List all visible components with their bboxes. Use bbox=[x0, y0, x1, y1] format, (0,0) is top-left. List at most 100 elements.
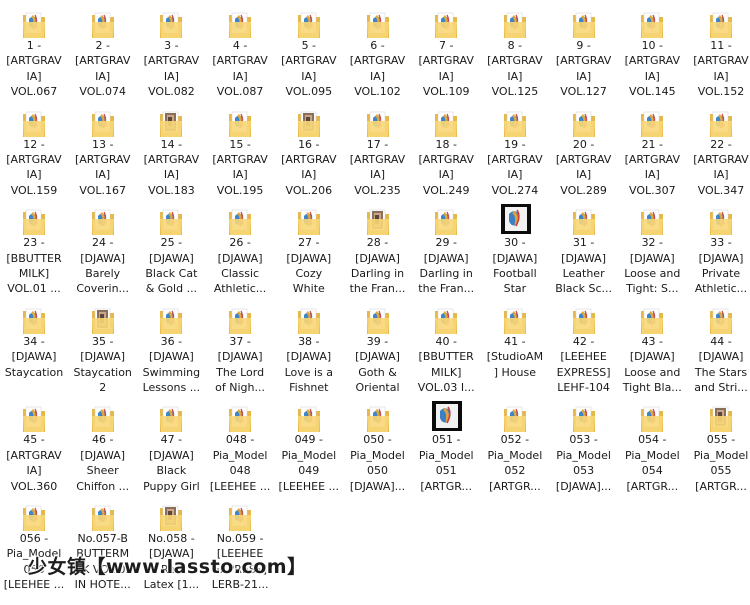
folder-label: 47 - [DJAWA] Black Puppy Girl bbox=[137, 432, 205, 494]
folder-item[interactable]: 46 - [DJAWA] Sheer Chiffon ... bbox=[69, 398, 137, 496]
folder-item[interactable]: 28 - [DJAWA] Darling in the Fran... bbox=[344, 201, 412, 299]
folder-label-line: Chiffon ... bbox=[76, 479, 130, 493]
folder-item[interactable]: 055 - Pia_Model 055 [ARTGR... bbox=[687, 398, 750, 496]
folder-item[interactable]: 052 - Pia_Model 052 [ARTGR... bbox=[481, 398, 549, 496]
folder-label-line: of Nigh... bbox=[215, 380, 265, 394]
folder-item[interactable]: 14 - [ARTGRAV IA] VOL.183 bbox=[137, 103, 205, 201]
folder-label-line: [ARTGR... bbox=[626, 479, 679, 493]
folder-label-line: [DJAWA] bbox=[148, 350, 194, 364]
folder-label-line: IA] bbox=[232, 168, 248, 182]
folder-label-line: [ARTGRAV bbox=[212, 152, 268, 166]
folder-item[interactable]: 44 - [DJAWA] The Stars and Stri... bbox=[687, 300, 750, 398]
folder-item[interactable]: 24 - [DJAWA] Barely Coverin... bbox=[69, 201, 137, 299]
folder-item[interactable]: 22 - [ARTGRAV IA] VOL.347 bbox=[687, 103, 750, 201]
folder-label-line: Barely bbox=[85, 266, 121, 280]
folder-label-line: VOL.074 bbox=[79, 85, 126, 99]
folder-item[interactable]: 34 - [DJAWA] Staycation bbox=[0, 300, 68, 398]
folder-item[interactable]: 26 - [DJAWA] Classic Athletic... bbox=[206, 201, 274, 299]
folder-label-line: 43 - bbox=[641, 334, 664, 348]
folder-label-line: [ARTGRAV bbox=[624, 152, 681, 166]
folder-item[interactable]: 10 - [ARTGRAV IA] VOL.145 bbox=[618, 4, 686, 102]
folder-item[interactable]: 053 - Pia_Model 053 [DJAWA]... bbox=[550, 398, 618, 496]
folder-item[interactable]: 33 - [DJAWA] Private Athletic... bbox=[687, 201, 750, 299]
folder-item[interactable]: 049 - Pia_Model 049 [LEEHEE ... bbox=[275, 398, 343, 496]
folder-label-line: 31 - bbox=[572, 236, 595, 250]
folder-item[interactable]: 1 - [ARTGRAV IA] VOL.067 bbox=[0, 4, 68, 102]
folder-item[interactable]: 32 - [DJAWA] Loose and Tight: S... bbox=[618, 201, 686, 299]
folder-item[interactable]: 38 - [DJAWA] Love is a Fishnet bbox=[275, 300, 343, 398]
folder-label-line: 44 - bbox=[710, 334, 732, 348]
folder-item[interactable]: 17 - [ARTGRAV IA] VOL.235 bbox=[344, 103, 412, 201]
folder-item[interactable]: 23 - [BBUTTER MILK] VOL.01 ... bbox=[0, 201, 68, 299]
folder-label-line: [DJAWA]... bbox=[555, 479, 612, 493]
folder-item[interactable]: 21 - [ARTGRAV IA] VOL.307 bbox=[618, 103, 686, 201]
folder-label-line: Black Cat bbox=[145, 266, 198, 280]
folder-label-line: [DJAWA] bbox=[286, 251, 332, 265]
folder-icon bbox=[640, 207, 664, 237]
folder-item[interactable]: 27 - [DJAWA] Cozy White bbox=[275, 201, 343, 299]
folder-item[interactable]: 35 - [DJAWA] Staycation 2 bbox=[69, 300, 137, 398]
folder-item[interactable]: 12 - [ARTGRAV IA] VOL.159 bbox=[0, 103, 68, 201]
folder-item[interactable]: 37 - [DJAWA] The Lord of Nigh... bbox=[206, 300, 274, 398]
folder-item[interactable]: 47 - [DJAWA] Black Puppy Girl bbox=[137, 398, 205, 496]
folder-item[interactable]: 29 - [DJAWA] Darling in the Fran... bbox=[412, 201, 480, 299]
folder-label-line: 25 - bbox=[160, 236, 183, 250]
folder-item[interactable]: 3 - [ARTGRAV IA] VOL.082 bbox=[137, 4, 205, 102]
folder-label-line: IA] bbox=[301, 168, 317, 182]
folder-label: 4 - [ARTGRAV IA] VOL.087 bbox=[206, 38, 274, 100]
folder-icon bbox=[91, 503, 115, 533]
folder-label-line: 24 - bbox=[91, 236, 114, 250]
folder-item[interactable]: 25 - [DJAWA] Black Cat & Gold ... bbox=[137, 201, 205, 299]
folder-item[interactable]: 36 - [DJAWA] Swimming Lessons ... bbox=[137, 300, 205, 398]
folder-item[interactable]: 15 - [ARTGRAV IA] VOL.195 bbox=[206, 103, 274, 201]
folder-label-line: 41 - bbox=[504, 334, 526, 348]
folder-label-line: IA] bbox=[438, 168, 454, 182]
folder-item[interactable]: 43 - [DJAWA] Loose and Tight Bla... bbox=[618, 300, 686, 398]
folder-label: 43 - [DJAWA] Loose and Tight Bla... bbox=[618, 334, 686, 396]
folder-item[interactable]: 31 - [DJAWA] Leather Black Sc... bbox=[550, 201, 618, 299]
folder-item[interactable]: 18 - [ARTGRAV IA] VOL.249 bbox=[412, 103, 480, 201]
folder-icon bbox=[572, 10, 596, 40]
folder-item[interactable]: 39 - [DJAWA] Goth & Oriental bbox=[344, 300, 412, 398]
folder-icon bbox=[159, 207, 183, 237]
folder-item[interactable]: 40 - [BBUTTER MILK] VOL.03 I... bbox=[412, 300, 480, 398]
folder-item[interactable]: 9 - [ARTGRAV IA] VOL.127 bbox=[550, 4, 618, 102]
folder-item[interactable]: 6 - [ARTGRAV IA] VOL.102 bbox=[344, 4, 412, 102]
folder-label-line: IA] bbox=[576, 168, 592, 182]
folder-item[interactable]: 051 - Pia_Model 051 [ARTGR... bbox=[412, 398, 480, 496]
folder-item[interactable]: 41 - [StudioAM] House bbox=[481, 300, 549, 398]
folder-item[interactable]: 050 - Pia_Model 050 [DJAWA]... bbox=[344, 398, 412, 496]
folder-label: 17 - [ARTGRAV IA] VOL.235 bbox=[344, 137, 412, 199]
folder-label-line: Football bbox=[493, 266, 537, 280]
folder-label-line: IA] bbox=[507, 69, 523, 83]
folder-label: 19 - [ARTGRAV IA] VOL.274 bbox=[481, 137, 549, 199]
folder-label: 25 - [DJAWA] Black Cat & Gold ... bbox=[137, 235, 205, 297]
folder-label: 20 - [ARTGRAV IA] VOL.289 bbox=[550, 137, 618, 199]
folder-item[interactable]: 16 - [ARTGRAV IA] VOL.206 bbox=[275, 103, 343, 201]
folder-item[interactable]: 5 - [ARTGRAV IA] VOL.095 bbox=[275, 4, 343, 102]
folder-item[interactable]: 20 - [ARTGRAV IA] VOL.289 bbox=[550, 103, 618, 201]
folder-label-line: IA] bbox=[163, 168, 179, 182]
folder-label-line: Private bbox=[701, 266, 741, 280]
folder-label: 052 - Pia_Model 052 [ARTGR... bbox=[481, 432, 549, 494]
folder-item[interactable]: 11 - [ARTGRAV IA] VOL.152 bbox=[687, 4, 750, 102]
folder-item[interactable]: 30 - [DJAWA] Football Star bbox=[481, 201, 549, 299]
folder-label: 33 - [DJAWA] Private Athletic... bbox=[687, 235, 750, 297]
folder-label-line: MILK] bbox=[18, 266, 50, 280]
folder-item[interactable]: 048 - Pia_Model 048 [LEEHEE ... bbox=[206, 398, 274, 496]
photo-folder-icon bbox=[159, 109, 183, 139]
folder-item[interactable]: 7 - [ARTGRAV IA] VOL.109 bbox=[412, 4, 480, 102]
folder-label-line: [DJAWA] bbox=[80, 448, 126, 462]
folder-item[interactable]: 054 - Pia_Model 054 [ARTGR... bbox=[618, 398, 686, 496]
folder-label-line: 47 - bbox=[160, 433, 183, 447]
folder-item[interactable]: 2 - [ARTGRAV IA] VOL.074 bbox=[69, 4, 137, 102]
folder-label-line: [ARTGRAV bbox=[487, 54, 543, 68]
folder-label-line: VOL.125 bbox=[491, 85, 539, 99]
folder-item[interactable]: 42 - [LEEHEE EXPRESS] LEHF-104 bbox=[550, 300, 618, 398]
folder-item[interactable]: 19 - [ARTGRAV IA] VOL.274 bbox=[481, 103, 549, 201]
folder-item[interactable]: 13 - [ARTGRAV IA] VOL.167 bbox=[69, 103, 137, 201]
folder-item[interactable]: 8 - [ARTGRAV IA] VOL.125 bbox=[481, 4, 549, 102]
folder-item[interactable]: 45 - [ARTGRAV IA] VOL.360 bbox=[0, 398, 68, 496]
folder-item[interactable]: 4 - [ARTGRAV IA] VOL.087 bbox=[206, 4, 274, 102]
folder-label-line: 14 - bbox=[160, 137, 183, 151]
